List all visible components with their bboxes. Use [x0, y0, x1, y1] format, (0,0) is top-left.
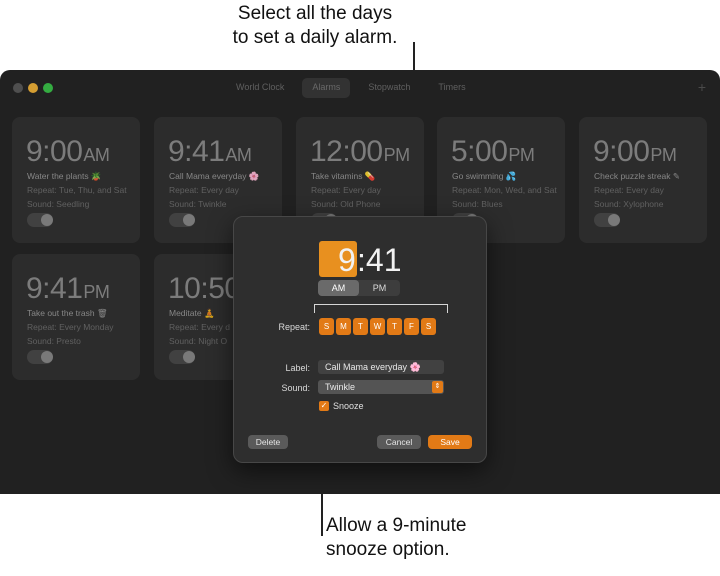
callout-snooze: Allow a 9-minute snooze option.: [326, 514, 546, 562]
day-thursday[interactable]: T: [387, 318, 402, 335]
day-sunday[interactable]: S: [319, 318, 334, 335]
snooze-label: Snooze: [333, 401, 364, 411]
hour-value[interactable]: 9: [338, 241, 356, 279]
am-pm-segmented-control: AM PM: [318, 280, 400, 296]
day-friday[interactable]: F: [404, 318, 419, 335]
snooze-checkbox[interactable]: ✓: [319, 401, 329, 411]
repeat-days: S M T W T F S: [319, 318, 436, 335]
cancel-button[interactable]: Cancel: [377, 435, 421, 449]
sound-value: Twinkle: [325, 382, 356, 392]
minute-value[interactable]: :41: [357, 241, 401, 279]
day-wednesday[interactable]: W: [370, 318, 385, 335]
edit-alarm-sheet: 9 :41 AM PM Repeat: S M T W T F S Label:…: [233, 216, 487, 463]
sound-field-label: Sound:: [281, 383, 310, 393]
days-bracket: [314, 304, 448, 313]
delete-button[interactable]: Delete: [248, 435, 288, 449]
save-button[interactable]: Save: [428, 435, 472, 449]
clock-app-window: World Clock Alarms Stopwatch Timers + 9:…: [0, 70, 720, 494]
callout-daily-line1: Select all the days: [237, 3, 393, 24]
chevron-updown-icon: ⇕: [432, 381, 443, 393]
pm-button[interactable]: PM: [359, 280, 400, 296]
label-field-label: Label:: [285, 363, 310, 373]
sound-popup[interactable]: Twinkle ⇕: [318, 380, 444, 394]
day-monday[interactable]: M: [336, 318, 351, 335]
callout-snooze-line2: snooze option.: [326, 539, 450, 560]
am-button[interactable]: AM: [318, 280, 359, 296]
day-tuesday[interactable]: T: [353, 318, 368, 335]
callout-snooze-line1: Allow a 9-minute: [326, 515, 467, 536]
callout-daily-alarm: Select all the days to set a daily alarm…: [200, 2, 430, 50]
day-saturday[interactable]: S: [421, 318, 436, 335]
callout-daily-line2: to set a daily alarm.: [232, 27, 398, 48]
repeat-label: Repeat:: [278, 322, 310, 332]
label-input[interactable]: Call Mama everyday 🌸: [318, 360, 444, 374]
